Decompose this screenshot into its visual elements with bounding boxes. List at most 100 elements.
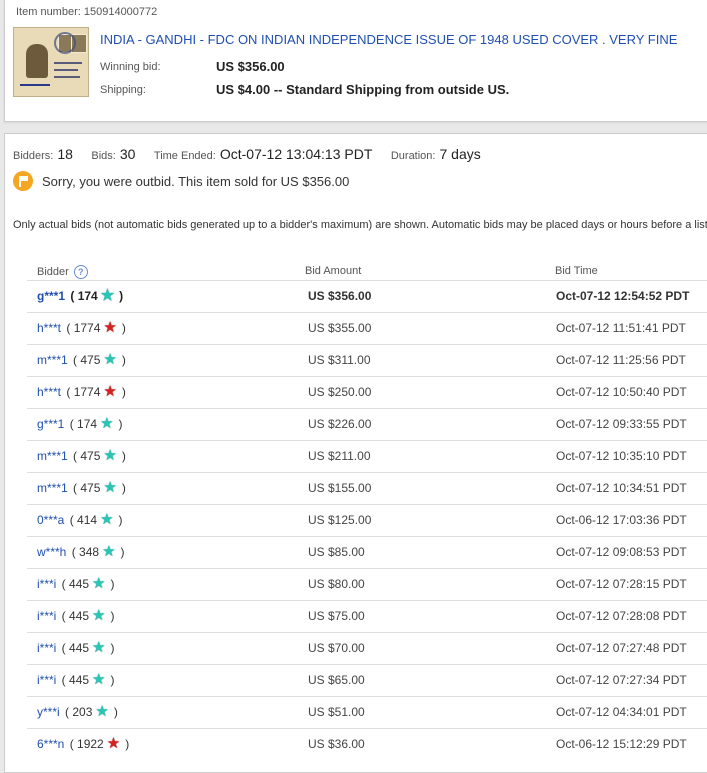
bidder-link[interactable]: m***1: [37, 449, 68, 463]
time-ended-value: Oct-07-12 13:04:13 PDT: [219, 146, 373, 162]
score-close: ): [110, 641, 115, 655]
bidder-cell: y***i ( 203 ★): [37, 704, 118, 719]
bid-amount: US $155.00: [308, 481, 372, 495]
bid-amount: US $211.00: [308, 449, 371, 463]
score-close: ): [121, 385, 126, 399]
item-title-link[interactable]: INDIA - GANDHI - FDC ON INDIAN INDEPENDE…: [100, 32, 677, 47]
bid-time: Oct-06-12 15:12:29 PDT: [556, 737, 687, 751]
feedback-score[interactable]: ( 203: [62, 705, 92, 719]
star-icon: ★: [100, 287, 115, 304]
feedback-score[interactable]: ( 174: [66, 417, 97, 431]
bidder-link[interactable]: 6***n: [37, 737, 64, 751]
help-icon[interactable]: ?: [73, 265, 88, 279]
star-icon: ★: [106, 735, 121, 752]
bidder-cell: m***1 ( 475 ★): [37, 479, 126, 496]
table-row: g***1 ( 174 ★) US $226.00 Oct-07-12 09:33:5…: [27, 408, 707, 440]
bidder-link[interactable]: g***1: [37, 289, 65, 303]
bidder-link[interactable]: w***h: [37, 545, 66, 559]
bidder-link[interactable]: 0***a: [37, 513, 64, 527]
star-icon: ★: [103, 319, 117, 336]
column-header-time: Bid Time: [555, 265, 598, 277]
duration-label: Duration:: [390, 150, 436, 162]
bidder-cell: i***i ( 445 ★): [37, 608, 115, 623]
score-close: ): [125, 737, 130, 751]
score-close: ): [113, 705, 118, 719]
feedback-score[interactable]: ( 445: [58, 641, 89, 655]
bidder-link[interactable]: h***t: [37, 385, 61, 399]
table-row: m***1 ( 475 ★) US $311.00 Oct-07-12 11:25:5…: [27, 344, 707, 376]
feedback-score[interactable]: ( 475: [70, 449, 100, 463]
table-row: h***t ( 1774 ★) US $250.00 Oct-07-12 10:50:…: [27, 376, 707, 408]
bidder-link[interactable]: m***1: [37, 353, 68, 367]
bid-amount: US $226.00: [308, 417, 372, 431]
table-row: 6***n ( 1922 ★) US $36.00 Oct-06-12 15:12:2…: [27, 728, 707, 760]
shipping-value: US $4.00 -- Standard Shipping from outsi…: [216, 82, 510, 97]
bidder-link[interactable]: i***i: [37, 577, 56, 591]
bid-time: Oct-07-12 07:27:34 PDT: [556, 673, 687, 687]
score-close: ): [110, 609, 115, 623]
bidders-count: 18: [57, 146, 73, 162]
time-ended-label: Time Ended:: [153, 150, 216, 162]
bids-count: 30: [119, 146, 136, 162]
star-icon: ★: [92, 575, 106, 592]
bidder-link[interactable]: g***1: [37, 417, 64, 431]
column-header-bidder: Bidder ?: [37, 265, 88, 279]
flag-icon: [13, 171, 33, 191]
bid-time: Oct-06-12 17:03:36 PDT: [556, 513, 687, 527]
bid-time: Oct-07-12 11:25:56 PDT: [556, 353, 686, 367]
star-icon: ★: [100, 415, 114, 432]
feedback-score[interactable]: ( 414: [66, 513, 97, 527]
bid-time: Oct-07-12 10:34:51 PDT: [556, 481, 687, 495]
item-thumbnail[interactable]: [13, 27, 89, 97]
feedback-score[interactable]: ( 1922: [66, 737, 104, 751]
bid-time: Oct-07-12 07:28:15 PDT: [556, 577, 687, 591]
bid-amount: US $65.00: [308, 673, 365, 687]
feedback-score[interactable]: ( 445: [58, 577, 89, 591]
bid-amount: US $36.00: [308, 737, 365, 751]
feedback-score[interactable]: ( 445: [58, 673, 89, 687]
bid-time: Oct-07-12 12:54:52 PDT: [556, 289, 690, 303]
feedback-score[interactable]: ( 174: [67, 289, 97, 303]
table-row: i***i ( 445 ★) US $80.00 Oct-07-12 07:28:15…: [27, 568, 707, 600]
bidder-link[interactable]: i***i: [37, 673, 56, 687]
score-close: ): [110, 577, 115, 591]
bid-amount: US $70.00: [308, 641, 365, 655]
bidder-cell: i***i ( 445 ★): [37, 640, 115, 655]
star-icon: ★: [103, 383, 117, 400]
bidder-link[interactable]: m***1: [37, 481, 68, 495]
score-close: ): [121, 449, 126, 463]
table-row: w***h ( 348 ★) US $85.00 Oct-07-12 09:08:53…: [27, 536, 707, 568]
score-close: ): [118, 513, 123, 527]
bidder-link[interactable]: i***i: [37, 609, 56, 623]
bidder-cell: g***1 ( 174 ★): [37, 415, 123, 432]
bid-amount: US $125.00: [308, 513, 372, 527]
column-header-amount: Bid Amount: [305, 265, 362, 277]
bidder-cell: w***h ( 348 ★): [37, 544, 125, 559]
bid-amount: US $355.00: [308, 321, 372, 335]
item-number: Item number: 150914000772: [16, 6, 158, 18]
feedback-score[interactable]: ( 475: [70, 353, 100, 367]
bidder-link[interactable]: i***i: [37, 641, 56, 655]
feedback-score[interactable]: ( 1774: [63, 385, 100, 399]
score-close: ): [120, 545, 125, 559]
bids-note: Only actual bids (not automatic bids gen…: [13, 219, 707, 231]
winning-bid-value: US $356.00: [216, 59, 285, 74]
star-icon: ★: [103, 447, 117, 464]
star-icon: ★: [103, 479, 117, 496]
bidder-link[interactable]: h***t: [37, 321, 61, 335]
feedback-score[interactable]: ( 475: [70, 481, 100, 495]
table-row: i***i ( 445 ★) US $70.00 Oct-07-12 07:27:48…: [27, 632, 707, 664]
feedback-score[interactable]: ( 445: [58, 609, 89, 623]
bidder-link[interactable]: y***i: [37, 705, 60, 719]
bid-amount: US $80.00: [308, 577, 365, 591]
bidder-cell: h***t ( 1774 ★): [37, 383, 126, 400]
score-close: ): [121, 321, 126, 335]
bid-history-panel: Bidders: 18 Bids: 30 Time Ended: Oct-07-12 …: [4, 133, 707, 773]
table-row: 0***a ( 414 ★) US $125.00 Oct-06-12 17:03:3…: [27, 504, 707, 536]
score-close: ): [118, 417, 123, 431]
bidder-header-label: Bidder: [37, 266, 69, 278]
feedback-score[interactable]: ( 348: [68, 545, 99, 559]
bidder-cell: i***i ( 445 ★): [37, 575, 115, 592]
bid-time: Oct-07-12 09:08:53 PDT: [556, 545, 687, 559]
feedback-score[interactable]: ( 1774: [63, 321, 100, 335]
